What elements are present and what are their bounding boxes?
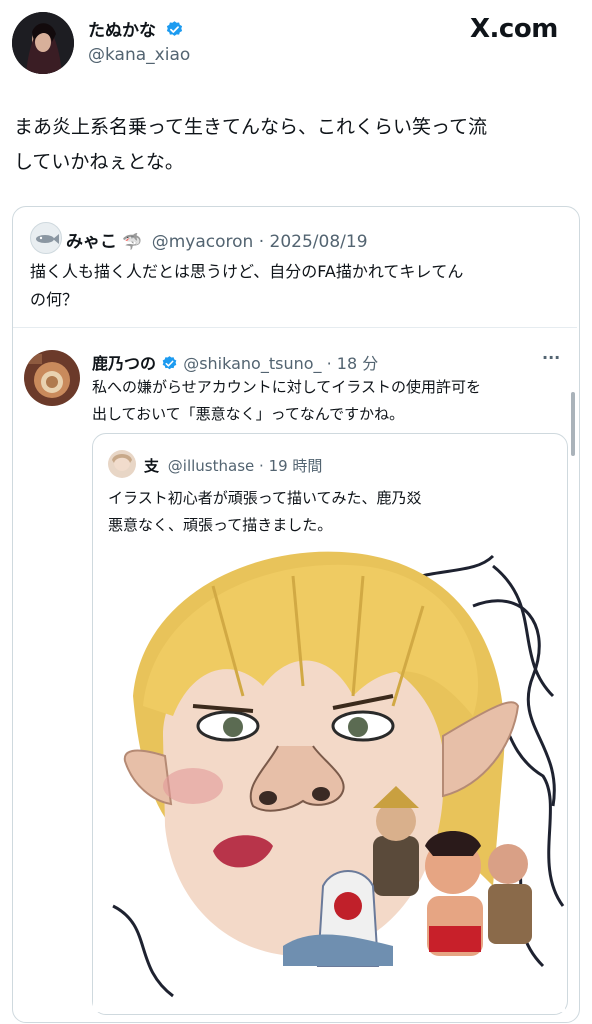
illustration-image[interactable] <box>93 546 565 1012</box>
caricature-illustration <box>112 551 565 998</box>
nested-text-line: 悪意なく、頑張って描きました。 <box>108 516 333 534</box>
scrollbar-thumb[interactable] <box>571 392 575 456</box>
quoted-text-line: の何？ <box>30 290 79 309</box>
nested-author-row: 支 @illusthase · 19 時間 <box>144 455 322 476</box>
divider <box>13 327 577 328</box>
nested-tweet-time[interactable]: · 19 時間 <box>259 457 322 475</box>
tweet-text-line: まあ炎上系名乗って生きてんなら、これくらい笑って流 <box>14 116 488 138</box>
reply-author-row: 鹿乃つの @shikano_tsuno_ · 18 分 <box>92 350 378 374</box>
reply-tweet-time[interactable]: · 18 分 <box>327 354 379 373</box>
avatar-photo <box>108 450 136 478</box>
x-logo[interactable]: X.com <box>470 14 558 44</box>
reply-author-handle[interactable]: @shikano_tsuno_ <box>183 354 321 373</box>
quoted-tweet-text: 描く人も描く人だとは思うけど、自分のFA描かれてキレてん の何？ <box>30 258 570 314</box>
author-handle[interactable]: @kana_xiao <box>88 45 190 65</box>
nested-author-handle[interactable]: @illusthase <box>168 457 254 475</box>
tweet-text: まあ炎上系名乗って生きてんなら、これくらい笑って流 していかねぇとな。 <box>14 110 580 180</box>
reply-tweet-text: 私への嫌がらせアカウントに対してイラストの使用許可を 出しておいて「悪意なく」っ… <box>92 374 562 428</box>
reply-text-line: 私への嫌がらせアカウントに対してイラストの使用許可を <box>92 378 481 396</box>
quoted-author-handle[interactable]: @myacoron <box>152 232 254 252</box>
nested-text-line: イラスト初心者が頑張って描いてみた、鹿乃㸚 <box>108 489 422 507</box>
quoted-author-row: みゃこ 🦈 @myacoron · 2025/08/19 <box>66 227 368 252</box>
reply-author-avatar[interactable] <box>24 350 80 406</box>
author-avatar[interactable] <box>12 12 74 74</box>
reply-text-line: 出しておいて「悪意なく」ってなんですかね。 <box>92 405 405 423</box>
verified-badge-icon <box>166 21 183 36</box>
more-options-button[interactable]: ··· <box>542 348 560 367</box>
nested-author-avatar[interactable] <box>108 450 136 478</box>
avatar-photo <box>24 350 80 406</box>
quoted-tweet-date[interactable]: · 2025/08/19 <box>259 232 368 252</box>
avatar-photo <box>12 12 74 74</box>
shark-emoji-icon: 🦈 <box>122 232 143 251</box>
author-name[interactable]: たぬかな <box>88 16 184 41</box>
tweet-text-line: していかねぇとな。 <box>14 151 184 173</box>
nested-author-name[interactable]: 支 <box>144 457 159 475</box>
brand-text: X.com <box>470 14 558 44</box>
reply-author-name[interactable]: 鹿乃つの <box>92 354 156 373</box>
quoted-author-name[interactable]: みゃこ <box>66 232 117 252</box>
quoted-author-avatar[interactable] <box>30 222 62 254</box>
nested-quote-text: イラスト初心者が頑張って描いてみた、鹿乃㸚 悪意なく、頑張って描きました。 <box>108 485 554 539</box>
author-name-text: たぬかな <box>88 21 156 41</box>
verified-badge-icon <box>162 355 177 369</box>
quoted-text-line: 描く人も描く人だとは思うけど、自分のFA描かれてキレてん <box>30 262 464 281</box>
fish-avatar-icon <box>36 234 59 244</box>
